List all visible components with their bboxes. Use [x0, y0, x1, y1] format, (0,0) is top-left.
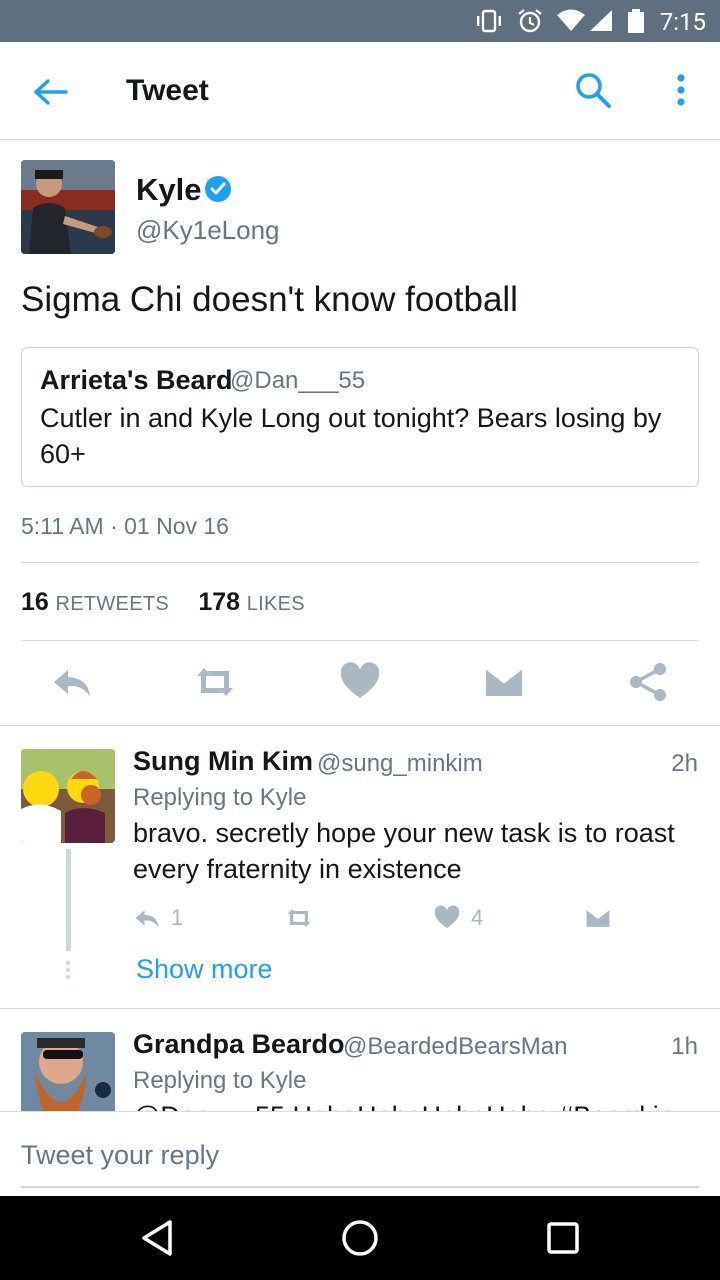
reply-input[interactable]: Tweet your reply: [21, 1140, 219, 1171]
reply-avatar[interactable]: [21, 749, 115, 843]
status-bar: 7:15: [0, 0, 720, 42]
tweet-timestamp: 5:11 AM · 01 Nov 16: [21, 513, 229, 539]
reply-count: 1: [171, 905, 184, 930]
reply-actions: 1 4: [133, 904, 693, 934]
reply-avatar[interactable]: [21, 1032, 115, 1111]
reply-author-handle[interactable]: @sung_minkim: [317, 750, 483, 778]
retweet-action[interactable]: [283, 904, 315, 932]
system-nav-bar: [0, 1196, 720, 1280]
verified-badge-icon: [205, 176, 231, 202]
like-heart-icon[interactable]: [338, 660, 382, 704]
direct-message-icon: [586, 908, 610, 927]
reply-action[interactable]: 1: [133, 904, 183, 932]
likes-count[interactable]: 178: [198, 588, 240, 616]
retweet-icon[interactable]: [193, 660, 237, 704]
share-icon[interactable]: [626, 660, 670, 704]
vibrate-icon: [477, 9, 501, 33]
alarm-icon: [518, 9, 542, 33]
clock: 7:15: [659, 8, 706, 36]
reply-author-name[interactable]: Sung Min Kim: [133, 746, 313, 777]
reply-icon[interactable]: [50, 660, 94, 704]
reply-time: 2h: [671, 750, 698, 777]
replying-to[interactable]: Replying to Kyle: [133, 1067, 306, 1095]
signal-icon: [590, 10, 612, 31]
replying-to[interactable]: Replying to Kyle: [133, 784, 306, 812]
avatar[interactable]: [21, 160, 115, 254]
reply-author-handle[interactable]: @BeardedBearsMan: [343, 1033, 567, 1061]
reply-time: 1h: [671, 1033, 698, 1060]
divider: [21, 640, 699, 641]
thread-line: [66, 849, 71, 951]
reply-icon: [135, 910, 159, 927]
like-count: 4: [471, 905, 484, 930]
divider: [0, 725, 720, 726]
thread-dots-icon: [66, 961, 70, 979]
more-vert-icon[interactable]: [668, 70, 694, 110]
input-underline: [21, 1186, 699, 1188]
like-action[interactable]: 4: [433, 904, 483, 932]
quoted-author-handle: @Dan___55: [230, 367, 366, 394]
quoted-tweet[interactable]: Arrieta's Beard @Dan___55 Cutler in and …: [21, 347, 699, 487]
quoted-author-name: Arrieta's Beard: [40, 365, 233, 395]
wifi-icon: [557, 9, 585, 31]
tweet-actions: [0, 660, 720, 710]
retweets-count[interactable]: 16: [21, 588, 49, 616]
author-name[interactable]: Kyle: [136, 172, 201, 208]
tweet-stats: 16 RETWEETS 178 LIKES: [21, 588, 305, 617]
reply-tweet[interactable]: Grandpa Beardo @BeardedBearsMan 1h Reply…: [0, 1009, 720, 1111]
author-handle[interactable]: @Ky1eLong: [136, 215, 280, 246]
battery-icon: [628, 9, 644, 33]
back-triangle-icon[interactable]: [136, 1216, 180, 1260]
show-more-link[interactable]: Show more: [136, 954, 273, 985]
retweet-icon: [287, 909, 311, 927]
retweets-label[interactable]: RETWEETS: [55, 593, 169, 615]
home-circle-icon[interactable]: [338, 1216, 382, 1260]
search-icon[interactable]: [573, 70, 613, 110]
reply-composer[interactable]: Tweet your reply: [0, 1111, 720, 1196]
reply-text: bravo. secretly hope your new task is to…: [133, 818, 675, 884]
page-title: Tweet: [126, 74, 209, 107]
reply-author-name[interactable]: Grandpa Beardo: [133, 1029, 345, 1060]
like-heart-icon: [434, 905, 460, 929]
tweet-text: Sigma Chi doesn't know football: [21, 280, 518, 319]
back-arrow-icon[interactable]: [30, 72, 70, 112]
divider: [21, 562, 699, 563]
app-bar: Tweet: [0, 42, 720, 140]
quoted-tweet-text: Cutler in and Kyle Long out tonight? Bea…: [40, 403, 662, 469]
recents-square-icon[interactable]: [541, 1216, 585, 1260]
direct-message-icon[interactable]: [482, 660, 526, 704]
dm-action[interactable]: [583, 904, 613, 932]
reply-text: @Dan___55 HahaHahaHahaHaha #Beard in: [133, 1098, 703, 1111]
likes-label[interactable]: LIKES: [247, 593, 305, 615]
